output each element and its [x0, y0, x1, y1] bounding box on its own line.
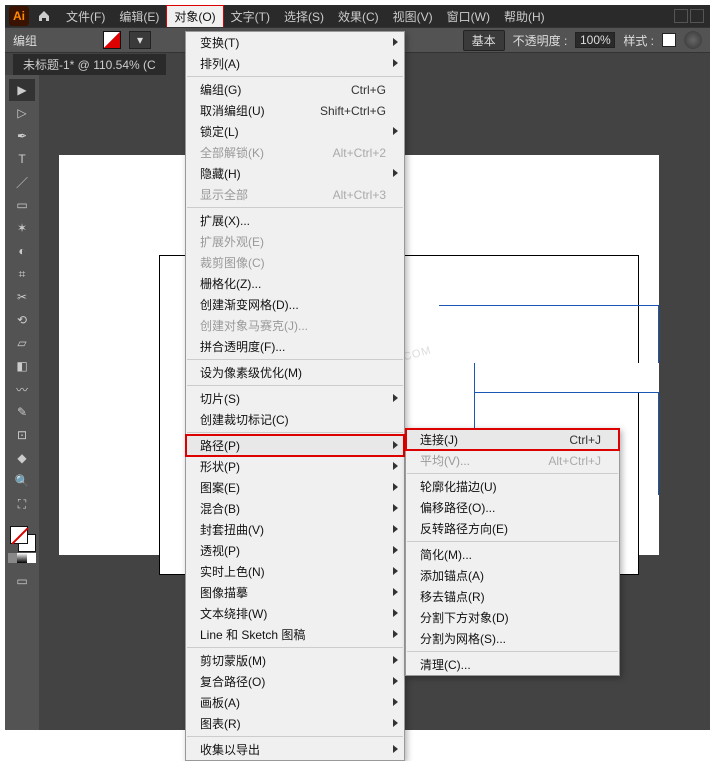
object-menu-item-27[interactable]: 封套扭曲(V): [186, 519, 404, 540]
style-label: 样式 :: [623, 32, 654, 49]
object-menu-item-30[interactable]: 图像描摹: [186, 582, 404, 603]
direct-selection-tool[interactable]: ▷: [9, 102, 35, 124]
artboard-tool[interactable]: ⊡: [9, 424, 35, 446]
home-icon[interactable]: [35, 7, 53, 25]
object-menu-item-15: 创建对象马赛克(J)...: [186, 315, 404, 336]
object-menu-item-35[interactable]: 复合路径(O): [186, 671, 404, 692]
object-menu-item-13[interactable]: 栅格化(Z)...: [186, 273, 404, 294]
object-menu-item-1[interactable]: 排列(A): [186, 53, 404, 74]
object-menu-dropdown: 变换(T)排列(A) 编组(G)Ctrl+G取消编组(U)Shift+Ctrl+G…: [185, 31, 405, 761]
object-menu-item-5[interactable]: 锁定(L): [186, 121, 404, 142]
path-submenu-item-10[interactable]: 分割下方对象(D): [406, 607, 619, 628]
menu-view[interactable]: 视图(V): [386, 5, 440, 27]
main-menu: 文件(F) 编辑(E) 对象(O) 文字(T) 选择(S) 效果(C) 视图(V…: [59, 5, 552, 27]
object-menu-item-28[interactable]: 透视(P): [186, 540, 404, 561]
path-submenu-item-13[interactable]: 清理(C)...: [406, 654, 619, 675]
object-menu-item-4[interactable]: 取消编组(U)Shift+Ctrl+G: [186, 100, 404, 121]
menu-file[interactable]: 文件(F): [59, 5, 112, 27]
opacity-input[interactable]: 100%: [575, 32, 615, 48]
free-transform-tool[interactable]: ⟲: [9, 309, 35, 331]
rectangle-tool[interactable]: ▭: [9, 194, 35, 216]
path-shape-notch: [474, 363, 659, 393]
object-menu-item-8: 显示全部Alt+Ctrl+3: [186, 184, 404, 205]
object-menu-item-31[interactable]: 文本绕排(W): [186, 603, 404, 624]
path-submenu-item-1: 平均(V)...Alt+Ctrl+J: [406, 450, 619, 471]
path-submenu: 连接(J)Ctrl+J平均(V)...Alt+Ctrl+J 轮廓化描边(U)偏移路…: [405, 428, 620, 676]
object-menu-item-6: 全部解锁(K)Alt+Ctrl+2: [186, 142, 404, 163]
slice-tool[interactable]: ◆: [9, 447, 35, 469]
path-submenu-item-11[interactable]: 分割为网格(S)...: [406, 628, 619, 649]
object-menu-item-23[interactable]: 路径(P): [186, 435, 404, 456]
zoom-tool[interactable]: 🔍: [9, 470, 35, 492]
toolbar: ▶ ▷ ✒ T ／ ▭ ✶ ◐ ⌗ ✂ ⟲ ▱ ◧ 〰 ✎ ⊡ ◆ 🔍 ⛶ ▭: [5, 75, 39, 730]
app-icon: Ai: [9, 6, 29, 26]
object-menu-item-11: 扩展外观(E): [186, 231, 404, 252]
object-menu-item-16[interactable]: 拼合透明度(F)...: [186, 336, 404, 357]
cloud-icon[interactable]: [684, 31, 702, 49]
selection-tool[interactable]: ▶: [9, 79, 35, 101]
hand-tool[interactable]: ⛶: [9, 493, 35, 515]
basic-appearance[interactable]: 基本: [463, 30, 505, 51]
pen-tool[interactable]: ✒: [9, 125, 35, 147]
layout-switcher[interactable]: [674, 9, 710, 23]
scissors-tool[interactable]: ✂: [9, 286, 35, 308]
rotate-tool[interactable]: ◐: [9, 240, 35, 262]
path-submenu-item-5[interactable]: 反转路径方向(E): [406, 518, 619, 539]
path-submenu-item-7[interactable]: 简化(M)...: [406, 544, 619, 565]
fill-stroke-block[interactable]: [8, 524, 36, 552]
path-submenu-item-0[interactable]: 连接(J)Ctrl+J: [406, 429, 619, 450]
line-tool[interactable]: ／: [9, 171, 35, 193]
path-submenu-item-9[interactable]: 移去锚点(R): [406, 586, 619, 607]
stroke-dropdown[interactable]: ▾: [129, 31, 151, 49]
object-menu-item-3[interactable]: 编组(G)Ctrl+G: [186, 79, 404, 100]
object-menu-item-25[interactable]: 图案(E): [186, 477, 404, 498]
object-menu-item-0[interactable]: 变换(T): [186, 32, 404, 53]
menu-effect[interactable]: 效果(C): [331, 5, 386, 27]
scale-tool[interactable]: ⌗: [9, 263, 35, 285]
menu-window[interactable]: 窗口(W): [440, 5, 497, 27]
object-menu-item-32[interactable]: Line 和 Sketch 图稿: [186, 624, 404, 645]
color-mode-row[interactable]: [8, 553, 36, 563]
menu-select[interactable]: 选择(S): [277, 5, 331, 27]
object-menu-item-14[interactable]: 创建渐变网格(D)...: [186, 294, 404, 315]
path-submenu-item-4[interactable]: 偏移路径(O)...: [406, 497, 619, 518]
object-menu-item-24[interactable]: 形状(P): [186, 456, 404, 477]
object-menu-item-39[interactable]: 收集以导出: [186, 739, 404, 760]
object-menu-item-37[interactable]: 图表(R): [186, 713, 404, 734]
paintbrush-tool[interactable]: ✶: [9, 217, 35, 239]
object-menu-item-10[interactable]: 扩展(X)...: [186, 210, 404, 231]
shape-builder-tool[interactable]: ▱: [9, 332, 35, 354]
fill-swatch[interactable]: [103, 31, 121, 49]
type-tool[interactable]: T: [9, 148, 35, 170]
object-menu-item-26[interactable]: 混合(B): [186, 498, 404, 519]
path-submenu-item-3[interactable]: 轮廓化描边(U): [406, 476, 619, 497]
gradient-tool[interactable]: ◧: [9, 355, 35, 377]
path-submenu-item-8[interactable]: 添加锚点(A): [406, 565, 619, 586]
screen-mode-tool[interactable]: ▭: [9, 570, 35, 592]
eyedropper-tool[interactable]: ✎: [9, 401, 35, 423]
menu-help[interactable]: 帮助(H): [497, 5, 552, 27]
menu-type[interactable]: 文字(T): [224, 5, 277, 27]
opacity-label: 不透明度 :: [513, 32, 568, 49]
object-menu-item-18[interactable]: 设为像素级优化(M): [186, 362, 404, 383]
object-menu-item-7[interactable]: 隐藏(H): [186, 163, 404, 184]
document-tab[interactable]: 未标题-1* @ 110.54% (C: [13, 54, 166, 75]
style-swatch[interactable]: [662, 33, 676, 47]
object-menu-item-34[interactable]: 剪切蒙版(M): [186, 650, 404, 671]
object-menu-item-36[interactable]: 画板(A): [186, 692, 404, 713]
menu-object[interactable]: 对象(O): [166, 5, 223, 27]
mesh-tool[interactable]: 〰: [9, 378, 35, 400]
menu-bar: Ai 文件(F) 编辑(E) 对象(O) 文字(T) 选择(S) 效果(C) 视…: [5, 5, 710, 27]
object-menu-item-12: 裁剪图像(C): [186, 252, 404, 273]
object-menu-item-29[interactable]: 实时上色(N): [186, 561, 404, 582]
menu-edit[interactable]: 编辑(E): [112, 5, 166, 27]
group-label: 编组: [13, 32, 37, 49]
object-menu-item-20[interactable]: 切片(S): [186, 388, 404, 409]
object-menu-item-21[interactable]: 创建裁切标记(C): [186, 409, 404, 430]
